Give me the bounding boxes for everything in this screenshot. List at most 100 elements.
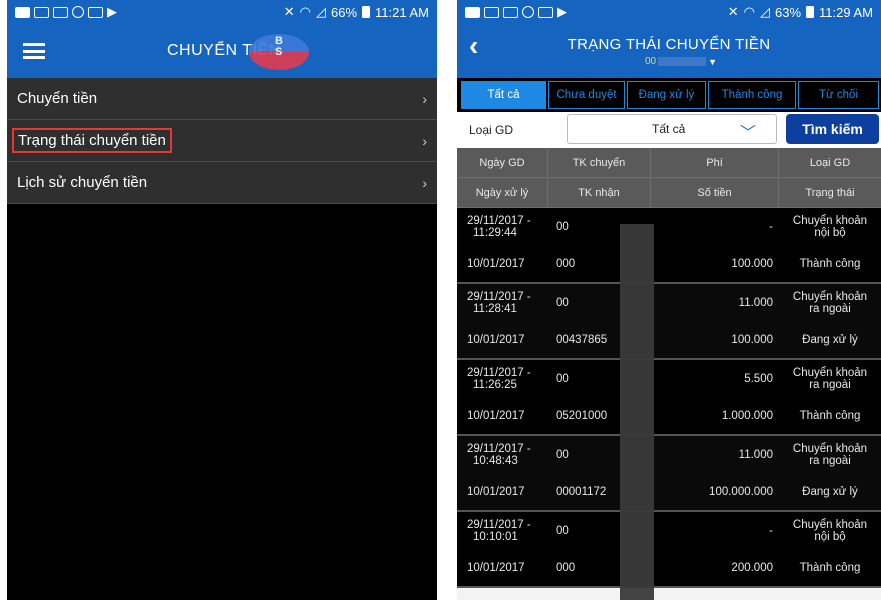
battery-percent: 66% bbox=[331, 4, 358, 20]
type-line1: Chuyển khoản bbox=[792, 291, 868, 303]
image-icon bbox=[34, 6, 49, 18]
clock-time: 11:21 AM bbox=[375, 4, 429, 20]
transaction-date: 29/11/2017 -11:29:44 bbox=[457, 208, 548, 246]
type-line2: ra ngoài bbox=[809, 379, 851, 391]
status: Thành công bbox=[799, 562, 861, 574]
table-row[interactable]: 29/11/2017 -10:48:43 00 11.000 Chuyển khoản… bbox=[457, 436, 881, 512]
select-value: Tất cả bbox=[652, 122, 686, 136]
type-line2: ra ngoài bbox=[809, 455, 851, 467]
transaction-date: 29/11/2017 -10:48:43 bbox=[457, 436, 548, 474]
time-text: 11:29:44 bbox=[473, 227, 517, 239]
filter-label: Loại GD bbox=[469, 123, 514, 137]
battery-icon bbox=[806, 6, 815, 18]
transaction-date: 29/11/2017 -10:10:01 bbox=[457, 512, 548, 550]
col-header: Phí bbox=[651, 148, 779, 177]
process-date: 10/01/2017 bbox=[467, 410, 525, 422]
tab-processing[interactable]: Đang xử lý bbox=[627, 81, 706, 109]
type-line2: ra ngoài bbox=[809, 303, 851, 315]
chevron-right-icon: › bbox=[422, 132, 427, 149]
redaction-overlay bbox=[620, 224, 654, 600]
fee: 11.000 bbox=[738, 449, 773, 461]
wifi-icon: ◠ bbox=[299, 4, 311, 19]
row-top: 29/11/2017 -11:28:41 00 11.000 Chuyển khoản… bbox=[457, 284, 881, 322]
col-header: Ngày GD bbox=[457, 148, 548, 177]
time-text: 11:28:41 bbox=[473, 303, 517, 315]
row-top: 29/11/2017 -10:10:01 00- Chuyển khoản nội b… bbox=[457, 512, 881, 550]
page-title: TRẠNG THÁI CHUYỂN TIỀN bbox=[567, 36, 771, 53]
status: Đang xử lý bbox=[802, 334, 858, 346]
filter-bar: Loại GD Tất cả ﹀ Tìm kiếm bbox=[457, 112, 881, 148]
table-row[interactable]: 29/11/2017 -11:28:41 00 11.000 Chuyển khoản… bbox=[457, 284, 881, 360]
menu-item-label: Lịch sử chuyển tiền bbox=[17, 174, 148, 191]
signal-icon: ◿ bbox=[316, 4, 326, 19]
date-text: 29/11/2017 - bbox=[467, 519, 531, 531]
battery-percent: 63% bbox=[775, 4, 802, 20]
process-date: 10/01/2017 bbox=[467, 334, 525, 346]
chevron-right-icon: › bbox=[422, 90, 427, 107]
date-text: 29/11/2017 - bbox=[467, 443, 531, 455]
mute-icon: ✕ bbox=[283, 4, 295, 19]
type-line1: Chuyển khoản bbox=[792, 215, 868, 227]
clock-time: 11:29 AM bbox=[819, 4, 873, 20]
menu-item-lich-su[interactable]: Lịch sử chuyển tiền › bbox=[7, 162, 437, 204]
row-bottom: 10/01/2017 00001172 100.000.000 Đang xử lý bbox=[457, 474, 881, 512]
right-screen: ▶ ✕ ◠ ◿ 63% 11:29 AM ‹ TRẠNG THÁI CHUYỂN… bbox=[457, 0, 881, 600]
gallery-icon bbox=[53, 6, 68, 18]
tab-pending[interactable]: Chưa duyệt bbox=[548, 81, 625, 109]
menu-item-trang-thai[interactable]: Trạng thái chuyển tiền › bbox=[7, 120, 437, 162]
transaction-type: Chuyển khoản nội bộ bbox=[779, 512, 881, 550]
status-tabs: Tất cả Chưa duyệt Đang xử lý Thành công … bbox=[457, 78, 881, 112]
fee: 11.000 bbox=[738, 297, 773, 309]
tab-all[interactable]: Tất cả bbox=[461, 81, 546, 109]
search-button[interactable]: Tìm kiếm bbox=[786, 114, 879, 144]
fee: - bbox=[769, 525, 773, 537]
tab-success[interactable]: Thành công bbox=[708, 81, 796, 109]
transaction-date: 29/11/2017 -11:28:41 bbox=[457, 284, 548, 322]
date-text: 29/11/2017 - bbox=[467, 367, 531, 379]
app-bar: CHUYỂN TIỀN BS bbox=[7, 24, 437, 78]
cloud-icon bbox=[15, 6, 30, 18]
time-text: 10:48:43 bbox=[473, 455, 518, 467]
transaction-type: Chuyển khoản ra ngoài bbox=[779, 436, 881, 474]
row-bottom: 10/01/2017 000 200.000 Thành công bbox=[457, 550, 881, 588]
col-header: Loại GD bbox=[809, 156, 851, 169]
mute-icon: ✕ bbox=[727, 4, 739, 19]
status: Đang xử lý bbox=[802, 486, 858, 498]
col-header: TK chuyển bbox=[548, 148, 651, 177]
col-header: TK nhận bbox=[548, 178, 651, 207]
date-text: 29/11/2017 - bbox=[467, 215, 531, 227]
amount: 100.000 bbox=[731, 258, 773, 270]
tab-rejected[interactable]: Từ chối bbox=[798, 81, 879, 109]
type-line1: Chuyển khoản bbox=[792, 519, 868, 531]
signal-icon: ◿ bbox=[760, 4, 770, 19]
message-icon bbox=[538, 6, 553, 18]
table-row[interactable]: 29/11/2017 -10:10:01 00- Chuyển khoản nội b… bbox=[457, 512, 881, 588]
hamburger-menu-icon[interactable] bbox=[23, 43, 45, 59]
table-row[interactable]: 29/11/2017 -11:26:25 00 5.500 Chuyển khoản r… bbox=[457, 360, 881, 436]
transaction-type-select[interactable]: Tất cả ﹀ bbox=[567, 114, 777, 144]
transaction-date: 29/11/2017 -11:26:25 bbox=[457, 360, 548, 398]
fee: - bbox=[769, 221, 773, 233]
row-top: 29/11/2017 -11:26:25 00 5.500 Chuyển khoản r… bbox=[457, 360, 881, 398]
cloud-icon bbox=[465, 6, 480, 18]
account-selector[interactable]: 00 ▼ bbox=[645, 56, 717, 67]
chevron-right-icon: › bbox=[422, 174, 427, 191]
row-bottom: 10/01/2017 00437865 100.000 Đang xử lý bbox=[457, 322, 881, 360]
menu-item-chuyen-tien[interactable]: Chuyển tiền › bbox=[7, 78, 437, 120]
status-bar: ▶ ✕ ◠ ◿ 66% 11:21 AM bbox=[7, 0, 437, 24]
menu-item-label: Chuyển tiền bbox=[17, 90, 98, 107]
transaction-type: Chuyển khoản nội bộ bbox=[779, 208, 881, 246]
menu-item-label: Trạng thái chuyển tiền bbox=[12, 128, 172, 153]
gallery-icon bbox=[503, 6, 518, 18]
col-header: Trạng thái bbox=[805, 186, 855, 199]
fee: 5.500 bbox=[744, 373, 773, 385]
dropdown-triangle-icon: ▼ bbox=[708, 56, 718, 67]
image-icon bbox=[484, 6, 499, 18]
transaction-type: Chuyển khoản ra ngoài bbox=[779, 284, 881, 322]
row-bottom: 10/01/2017 05201000 1.000.000 Thành công bbox=[457, 398, 881, 436]
account-number: 00 bbox=[645, 56, 657, 67]
process-date: 10/01/2017 bbox=[467, 562, 525, 574]
table-row[interactable]: 29/11/2017 -11:29:44 00- Chuyển khoản nội b… bbox=[457, 208, 881, 284]
left-screen: ▶ ✕ ◠ ◿ 66% 11:21 AM CHUYỂN TIỀN BS Chuy… bbox=[7, 0, 437, 600]
date-text: 29/11/2017 - bbox=[467, 291, 531, 303]
